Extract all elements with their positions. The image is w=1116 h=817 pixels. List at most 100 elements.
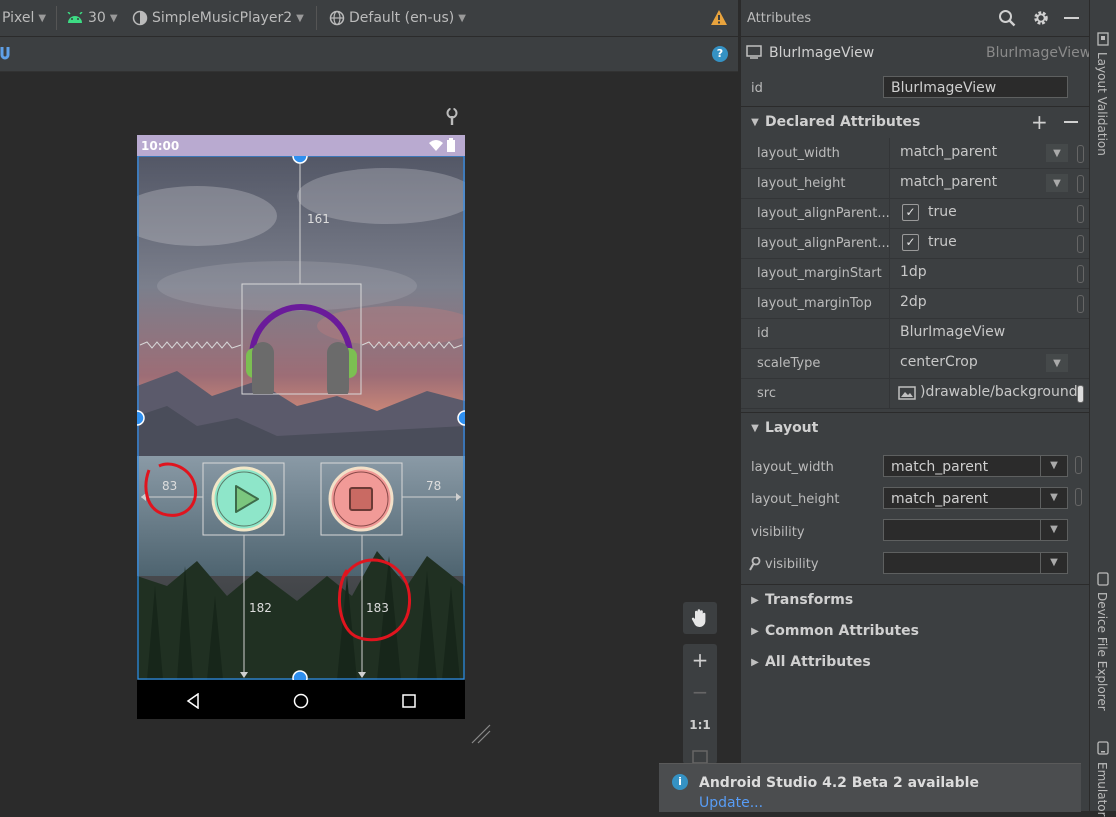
attribute-label: layout_alignParent... xyxy=(757,236,890,251)
emulator-tab[interactable]: Emulator xyxy=(1095,762,1109,817)
update-notification[interactable]: i Android Studio 4.2 Beta 2 available Up… xyxy=(659,763,1081,812)
magnet-icon[interactable] xyxy=(0,47,10,61)
attribute-value-cell[interactable]: )drawable/background xyxy=(889,378,1090,408)
resource-picker-button[interactable] xyxy=(1075,488,1082,506)
visibility-label: visibility xyxy=(751,525,805,540)
declared-attribute-row[interactable]: layout_marginStart 1dp xyxy=(741,258,1089,289)
declared-attribute-row[interactable]: layout_alignParent... ✓ true xyxy=(741,198,1089,229)
chevron-down-icon[interactable]: ▼ xyxy=(1046,174,1068,192)
device-label: Pixel xyxy=(2,10,35,26)
remove-attribute-button[interactable] xyxy=(1064,121,1078,123)
nav-home-icon[interactable] xyxy=(293,693,309,709)
chevron-down-icon[interactable]: ▼ xyxy=(1040,456,1067,476)
toolbar-divider xyxy=(316,6,317,30)
id-label: id xyxy=(751,81,763,96)
search-icon[interactable] xyxy=(998,9,1016,27)
declared-attribute-row[interactable]: layout_alignParent... ✓ true xyxy=(741,228,1089,259)
chevron-down-icon[interactable]: ▼ xyxy=(1040,520,1067,540)
zoom-actual-size-button[interactable]: 1:1 xyxy=(683,718,717,732)
api-selector[interactable]: 30 ▼ xyxy=(66,9,118,27)
attribute-value: 2dp xyxy=(900,294,927,310)
expand-triangle-icon: ▶ xyxy=(751,594,759,606)
attribute-value-cell[interactable]: 2dp xyxy=(889,288,1090,318)
declared-attribute-row[interactable]: scaleType centerCrop ▼ xyxy=(741,348,1089,379)
globe-icon xyxy=(329,10,345,26)
locale-label: Default (en-us) xyxy=(349,10,455,26)
attribute-value-cell[interactable]: 1dp xyxy=(889,258,1090,288)
nav-recents-icon[interactable] xyxy=(402,694,416,708)
attribute-value-cell[interactable]: ✓ true xyxy=(889,198,1090,228)
help-icon[interactable]: ? xyxy=(712,46,728,62)
tools-visibility-label: visibility xyxy=(765,557,819,572)
declared-attribute-row[interactable]: id BlurImageView xyxy=(741,318,1089,349)
device-selector[interactable]: Pixel ▼ xyxy=(2,9,46,27)
layout-section-header[interactable]: ▼ Layout xyxy=(741,414,1089,442)
zoom-out-button[interactable]: − xyxy=(683,680,717,704)
resource-picker-button[interactable] xyxy=(1077,145,1084,163)
device-icon[interactable] xyxy=(1097,572,1109,586)
checkbox[interactable]: ✓ xyxy=(902,234,919,251)
resource-picker-button[interactable] xyxy=(1077,175,1084,193)
image-view-icon xyxy=(746,45,762,59)
device-file-explorer-tab[interactable]: Device File Explorer xyxy=(1095,592,1109,711)
checkbox[interactable]: ✓ xyxy=(902,204,919,221)
minimize-icon[interactable] xyxy=(1064,17,1079,19)
attribute-value-cell[interactable]: ✓ true xyxy=(889,228,1090,258)
declared-attribute-row[interactable]: layout_marginTop 2dp xyxy=(741,288,1089,319)
chevron-down-icon[interactable]: ▼ xyxy=(1046,354,1068,372)
gear-icon[interactable] xyxy=(1032,9,1050,27)
resource-picker-button[interactable] xyxy=(1077,295,1084,313)
resource-picker-button[interactable] xyxy=(1075,456,1082,474)
attribute-value-cell[interactable]: centerCrop ▼ xyxy=(889,348,1090,378)
theme-selector[interactable]: SimpleMusicPlayer2 ▼ xyxy=(132,9,304,27)
resource-picker-button[interactable] xyxy=(1077,205,1084,223)
attribute-value-cell[interactable]: BlurImageView xyxy=(889,318,1090,348)
declared-attribute-row[interactable]: layout_height match_parent ▼ xyxy=(741,168,1089,199)
chevron-down-icon[interactable]: ▼ xyxy=(1046,144,1068,162)
wrench-icon[interactable] xyxy=(445,108,459,126)
layout-validation-tab[interactable]: Layout Validation xyxy=(1095,52,1109,156)
chevron-down-icon[interactable]: ▼ xyxy=(1040,488,1067,508)
layout-validation-icon[interactable] xyxy=(1096,32,1110,46)
tool-window-strip: Layout Validation Device File Explorer E… xyxy=(1089,0,1116,817)
pan-button[interactable] xyxy=(683,602,717,634)
add-attribute-button[interactable]: + xyxy=(1031,110,1048,134)
all-attributes-header[interactable]: ▶ All Attributes xyxy=(741,648,1089,676)
zoom-in-button[interactable]: + xyxy=(683,648,717,672)
chevron-down-icon[interactable]: ▼ xyxy=(1040,553,1067,573)
visibility-field[interactable]: ▼ xyxy=(883,519,1068,541)
collapse-triangle-icon: ▼ xyxy=(751,116,759,128)
transforms-header[interactable]: ▶ Transforms xyxy=(741,586,1089,614)
resize-handle-icon[interactable] xyxy=(470,723,492,745)
attribute-value-cell[interactable]: match_parent ▼ xyxy=(889,168,1090,198)
divider xyxy=(741,584,1089,585)
layout-height-field[interactable]: match_parent ▼ xyxy=(883,487,1068,509)
locale-selector[interactable]: Default (en-us) ▼ xyxy=(329,9,466,27)
warning-icon[interactable] xyxy=(710,9,728,26)
info-icon: i xyxy=(672,774,688,790)
layout-section-title: Layout xyxy=(765,420,819,436)
id-field[interactable]: BlurImageView xyxy=(883,76,1068,98)
chevron-down-icon: ▼ xyxy=(458,12,466,24)
blur-image-view[interactable]: 161 83 78 182 183 xyxy=(137,156,465,680)
layout-height-label: layout_height xyxy=(751,492,840,507)
attribute-label: src xyxy=(757,386,776,401)
resource-picker-button[interactable] xyxy=(1077,385,1084,403)
attribute-value-cell[interactable]: match_parent ▼ xyxy=(889,138,1090,168)
attribute-value: match_parent xyxy=(900,144,998,160)
attributes-panel: Attributes BlurImageView BlurImageView i… xyxy=(740,0,1091,811)
declared-attribute-row[interactable]: layout_width match_parent ▼ xyxy=(741,138,1089,169)
emulator-icon[interactable] xyxy=(1097,741,1109,755)
zoom-to-fit-icon[interactable] xyxy=(692,750,708,764)
attribute-label: layout_height xyxy=(757,176,846,191)
layout-width-field[interactable]: match_parent ▼ xyxy=(883,455,1068,477)
declared-attribute-row[interactable]: src )drawable/background xyxy=(741,378,1089,409)
common-attributes-header[interactable]: ▶ Common Attributes xyxy=(741,617,1089,645)
nav-back-icon[interactable] xyxy=(186,693,200,709)
phone-preview[interactable]: 10:00 161 83 78 182 183 xyxy=(137,135,465,719)
theme-icon xyxy=(132,10,148,26)
resource-picker-button[interactable] xyxy=(1077,235,1084,253)
update-link[interactable]: Update... xyxy=(699,795,763,811)
resource-picker-button[interactable] xyxy=(1077,265,1084,283)
tools-visibility-field[interactable]: ▼ xyxy=(883,552,1068,574)
